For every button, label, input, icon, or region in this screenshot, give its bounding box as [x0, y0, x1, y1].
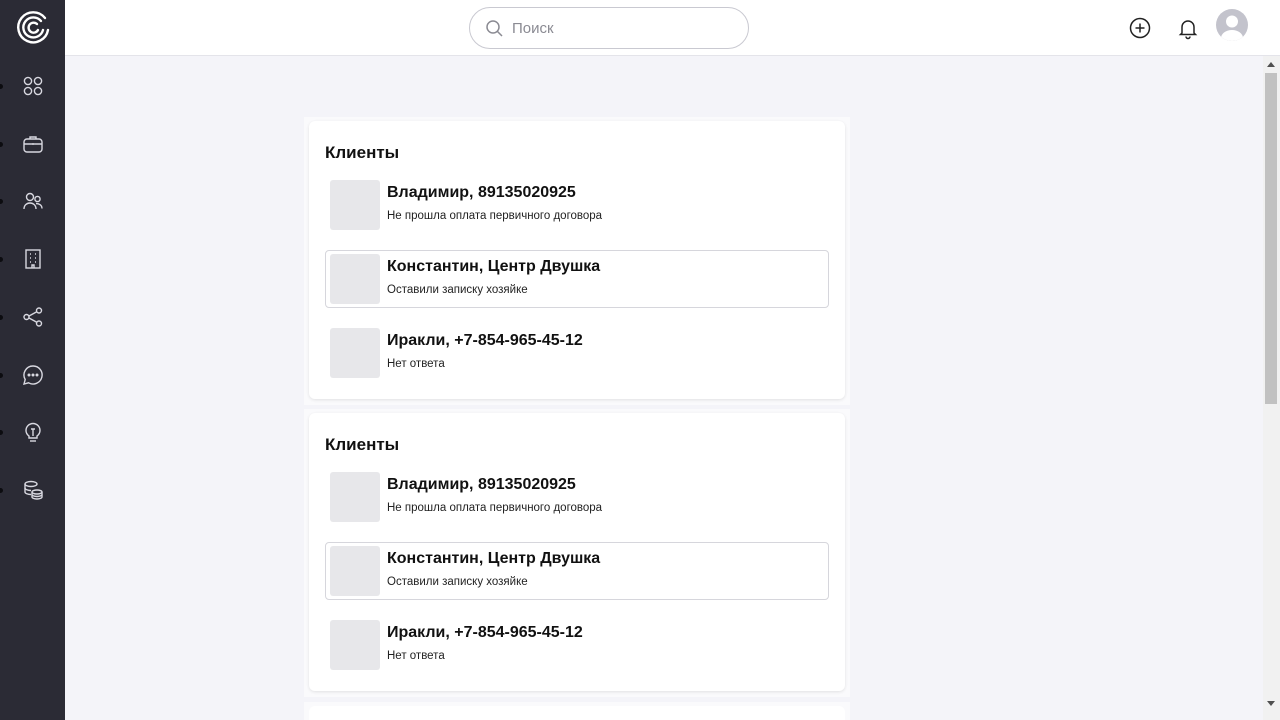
- client-thumbnail: [330, 328, 380, 378]
- lightbulb-icon: [24, 422, 41, 442]
- client-item[interactable]: Владимир, 89135020925 Не прошла оплата п…: [325, 176, 829, 234]
- client-item[interactable]: Константин, Центр Двушка Оставили записк…: [325, 250, 829, 308]
- sidebar-item-dashboard[interactable]: [0, 64, 65, 108]
- sidebar-item-share[interactable]: [0, 295, 65, 339]
- sidebar-item-objects[interactable]: [0, 237, 65, 281]
- card-title: Клиенты: [325, 143, 400, 162]
- scrollbar-thumb[interactable]: [1265, 73, 1277, 404]
- add-button[interactable]: [1126, 14, 1154, 42]
- client-item[interactable]: Иракли, +7-854-965-45-12 Нет ответа: [325, 616, 829, 674]
- avatar[interactable]: [1216, 9, 1248, 41]
- briefcase-icon: [22, 136, 43, 153]
- building-icon: [24, 249, 41, 269]
- nav-indicator: [0, 142, 3, 147]
- nav-indicator: [0, 373, 3, 378]
- sidebar-item-ideas[interactable]: [0, 410, 65, 454]
- sidebar-item-clients[interactable]: [0, 179, 65, 223]
- clients-card-wrapper: Клиенты Владимир, 89135020925 Не прошла …: [304, 409, 850, 697]
- client-name: Владимир, 89135020925: [387, 184, 576, 201]
- user-avatar-icon: [1221, 15, 1243, 41]
- search-icon: [486, 20, 503, 37]
- client-name: Иракли, +7-854-965-45-12: [387, 624, 583, 641]
- sidebar-item-database[interactable]: [0, 468, 65, 512]
- client-status: Не прошла оплата первичного договора: [387, 210, 603, 222]
- nav-indicator: [0, 257, 3, 262]
- client-thumbnail: [330, 620, 380, 670]
- share-icon: [22, 307, 42, 327]
- sidebar: [0, 0, 65, 720]
- scroll-down-arrow-icon[interactable]: [1267, 701, 1275, 706]
- card-title: Клиенты: [325, 435, 400, 454]
- client-status: Нет ответа: [387, 650, 445, 662]
- client-name: Константин, Центр Двушка: [387, 258, 601, 275]
- notifications-button[interactable]: [1174, 14, 1202, 42]
- client-status: Оставили записку хозяйке: [387, 284, 528, 296]
- top-bar: [65, 0, 1280, 56]
- client-status: Оставили записку хозяйке: [387, 576, 528, 588]
- client-item[interactable]: Константин, Центр Двушка Оставили записк…: [325, 542, 829, 600]
- dashboard-grid-icon: [23, 76, 42, 96]
- nav-indicator: [0, 488, 3, 493]
- client-item[interactable]: Владимир, 89135020925 Не прошла оплата п…: [325, 468, 829, 526]
- client-status: Не прошла оплата первичного договора: [387, 502, 603, 514]
- nav-indicator: [0, 315, 3, 320]
- client-thumbnail: [330, 254, 380, 304]
- app-logo-icon[interactable]: [15, 10, 51, 46]
- nav-indicator: [0, 199, 3, 204]
- nav-indicator: [0, 430, 3, 435]
- nav-indicator: [0, 84, 3, 89]
- scrollbar[interactable]: [1263, 56, 1280, 720]
- client-thumbnail: [330, 180, 380, 230]
- database-icon: [23, 480, 43, 500]
- client-status: Нет ответа: [387, 358, 445, 370]
- client-name: Владимир, 89135020925: [387, 476, 576, 493]
- client-name: Константин, Центр Двушка: [387, 550, 601, 567]
- scroll-up-arrow-icon[interactable]: [1267, 62, 1275, 67]
- client-item[interactable]: Иракли, +7-854-965-45-12 Нет ответа: [325, 324, 829, 382]
- add-circle-icon: [1129, 17, 1151, 39]
- chat-icon: [22, 365, 43, 385]
- clients-card-wrapper: Клиенты Владимир, 89135020925 Не прошла …: [304, 117, 850, 405]
- client-thumbnail: [330, 472, 380, 522]
- search-input[interactable]: [512, 18, 732, 38]
- users-icon: [22, 192, 43, 210]
- bell-icon: [1178, 20, 1198, 40]
- client-thumbnail: [330, 546, 380, 596]
- search-box[interactable]: [469, 7, 749, 49]
- clients-card-partial: [304, 702, 850, 720]
- clients-card: Клиенты Владимир, 89135020925 Не прошла …: [309, 413, 845, 691]
- sidebar-item-deals[interactable]: [0, 122, 65, 166]
- clients-card: Клиенты Владимир, 89135020925 Не прошла …: [309, 121, 845, 399]
- client-name: Иракли, +7-854-965-45-12: [387, 332, 583, 349]
- sidebar-item-chat[interactable]: [0, 353, 65, 397]
